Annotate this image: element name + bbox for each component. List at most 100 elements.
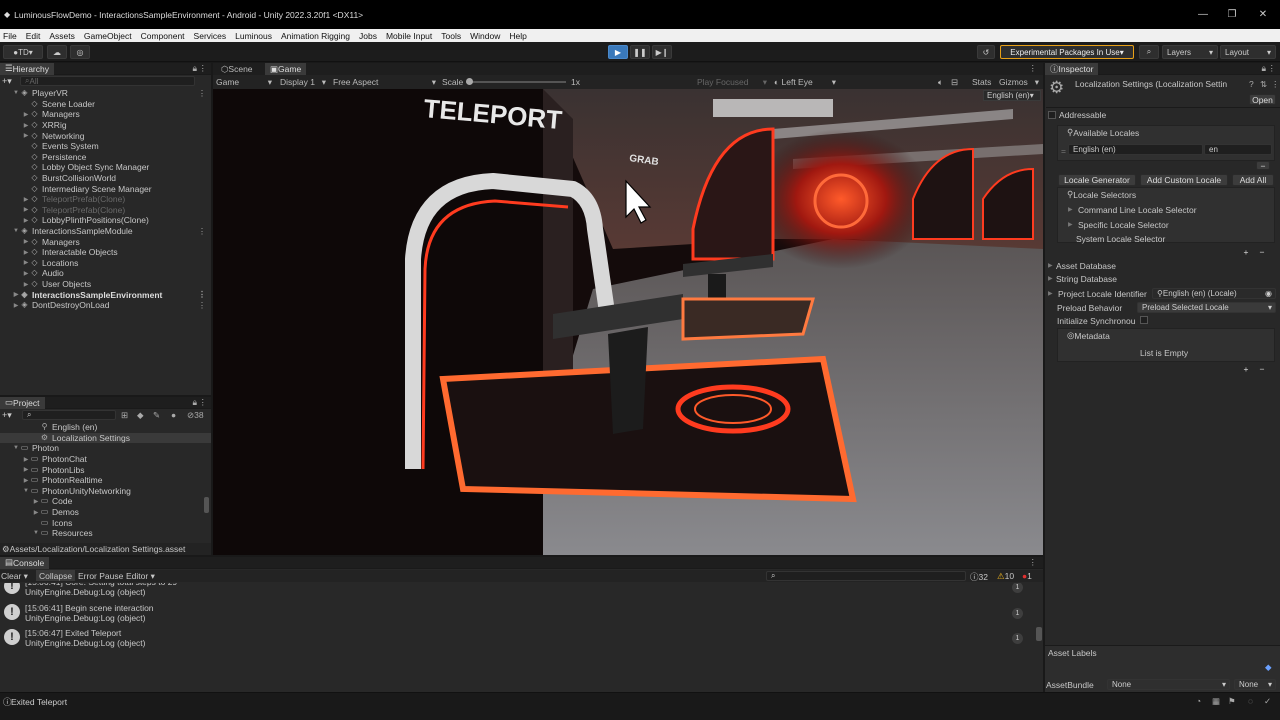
progress-icon[interactable]: ◌ <box>1248 696 1253 706</box>
open-button[interactable]: Open <box>1249 94 1276 105</box>
menu-item-gameobject[interactable]: GameObject <box>84 31 132 41</box>
item-menu-icon[interactable]: ⋮ <box>198 290 206 299</box>
foldout-icon[interactable]: ▶ <box>32 509 40 516</box>
foldout-icon[interactable]: ▶ <box>22 281 30 288</box>
add-selector-button[interactable]: + <box>1240 247 1252 257</box>
menu-item-help[interactable]: Help <box>509 31 526 41</box>
foldout-icon[interactable]: ▶ <box>12 291 20 298</box>
project-item[interactable]: ▶ ▭ PhotonChat <box>0 454 211 465</box>
item-menu-icon[interactable]: ⋮ <box>198 89 206 98</box>
hierarchy-item[interactable]: ▶ ◇ Interactable Objects <box>0 247 211 258</box>
checkbox[interactable] <box>1048 110 1056 119</box>
item-menu-icon[interactable]: ⋮ <box>198 301 206 310</box>
hidden-packages-icon[interactable]: ● <box>171 410 176 420</box>
hierarchy-item[interactable]: ▶ ◈ DontDestroyOnLoad ⋮ <box>0 300 211 311</box>
foldout-icon[interactable]: ▶ <box>22 249 30 256</box>
hierarchy-item[interactable]: ◇ Events System <box>0 141 211 152</box>
foldout-icon[interactable]: ▼ <box>12 90 20 96</box>
foldout-icon[interactable]: ▶ <box>22 217 30 224</box>
project-item[interactable]: ▶ ▭ Code <box>0 496 211 507</box>
stats-button[interactable]: Stats <box>972 77 991 87</box>
menu-item-window[interactable]: Window <box>470 31 500 41</box>
filter-type-icon[interactable]: ⊞ <box>121 410 128 421</box>
aspect-dropdown[interactable]: Free Aspect ▾ <box>333 77 436 87</box>
project-item[interactable]: ⚲ English (en) <box>0 422 211 433</box>
project-item[interactable]: ▶ ▭ Demos <box>0 507 211 518</box>
foldout-icon[interactable]: ▶ <box>22 238 30 245</box>
hierarchy-item[interactable]: ▼ ◈ InteractionsSampleModule ⋮ <box>0 226 211 237</box>
asset-database-foldout[interactable]: ▶ Asset Database <box>1048 259 1276 272</box>
preload-behavior-dropdown[interactable]: Preload Selected Locale ▾ <box>1137 302 1276 313</box>
foldout-icon[interactable]: ▶ <box>22 259 30 266</box>
hierarchy-item[interactable]: ▶ ◇ Managers <box>0 109 211 120</box>
cloud-icon[interactable]: ☁ <box>47 45 67 59</box>
editor-dropdown[interactable]: Editor ▾ <box>126 571 155 582</box>
display-mode-dropdown[interactable]: Game ▾ <box>216 77 272 87</box>
project-locale-field[interactable]: ⚲ English (en) (Locale) ◉ <box>1152 288 1276 299</box>
foldout-icon[interactable]: ▶ <box>22 466 30 473</box>
project-item[interactable]: ▶ ▭ PhotonLibs <box>0 464 211 475</box>
visibility-count[interactable]: ⊘38 <box>187 410 204 421</box>
menu-item-mobile-input[interactable]: Mobile Input <box>386 31 432 41</box>
hierarchy-item[interactable]: ▶ ◇ TeleportPrefab(Clone) <box>0 194 211 205</box>
locale-code-field[interactable]: en <box>1204 144 1272 155</box>
warning-filter-toggle[interactable]: ⚠10 <box>997 571 1014 582</box>
foldout-icon[interactable]: ▼ <box>22 488 30 494</box>
display-dropdown[interactable]: Display 1 ▾ <box>280 77 326 87</box>
layout-dropdown[interactable]: Layout ▾ <box>1220 45 1276 59</box>
locale-dropdown[interactable]: English (en) ▾ <box>983 90 1041 101</box>
target-icon[interactable]: ◉ <box>1265 289 1272 298</box>
collab-icon[interactable]: ◎ <box>70 45 90 59</box>
string-database-foldout[interactable]: ▶ String Database <box>1048 272 1276 285</box>
foldout-icon[interactable]: ▶ <box>32 498 40 505</box>
maximize-button[interactable]: ❐ <box>1215 0 1249 29</box>
addressable-toggle[interactable]: Addressable <box>1048 108 1276 121</box>
create-asset-button[interactable]: +▾ <box>2 410 16 420</box>
tab-console[interactable]: ▤ Console <box>0 556 50 569</box>
selector-command-line[interactable]: ▶ Command Line Locale Selector <box>1068 203 1276 216</box>
menu-item-tools[interactable]: Tools <box>441 31 461 41</box>
context-menu-icon[interactable]: ⋮ <box>1271 79 1280 90</box>
foldout-icon[interactable]: ▶ <box>22 196 30 203</box>
tab-hierarchy[interactable]: ☰ Hierarchy <box>0 62 54 75</box>
hierarchy-item[interactable]: ◇ Persistence <box>0 152 211 163</box>
filter-label-icon[interactable]: ◆ <box>137 410 144 421</box>
debug-mode-icon[interactable]: ⚑ <box>1228 696 1236 707</box>
notifications-icon[interactable]: ✓ <box>1264 696 1271 707</box>
panel-menu-icon[interactable]: ⋮ <box>1029 63 1038 74</box>
lock-icon[interactable]: 🔒︎ <box>1261 63 1266 74</box>
info-filter-toggle[interactable]: ⓘ32 <box>970 571 988 583</box>
initialize-synchronously-checkbox[interactable] <box>1140 316 1148 324</box>
foldout-icon[interactable]: ▶ <box>22 270 30 277</box>
hierarchy-item[interactable]: ▼ ◈ PlayerVR ⋮ <box>0 88 211 99</box>
foldout-icon[interactable]: ▶ <box>22 477 30 484</box>
eye-dropdown[interactable]: ◐ Left Eye ▾ <box>774 77 836 87</box>
gizmos-dropdown[interactable]: Gizmos ▾ <box>999 77 1039 87</box>
hierarchy-item[interactable]: ◇ Scene Loader <box>0 99 211 110</box>
error-filter-toggle[interactable]: ●1 <box>1022 571 1032 581</box>
lock-icon[interactable]: 🔒︎ <box>192 397 197 408</box>
undo-history-icon[interactable]: ↺ <box>977 45 995 59</box>
foldout-icon[interactable]: ▶ <box>22 111 30 118</box>
clear-button[interactable]: Clear ▾ <box>1 571 28 582</box>
hierarchy-item[interactable]: ▶ ◇ Networking <box>0 130 211 141</box>
status-message[interactable]: Exited Teleport <box>11 697 67 707</box>
foldout-icon[interactable]: ▼ <box>32 530 40 536</box>
console-scrollbar[interactable] <box>1036 585 1042 645</box>
menu-item-luminous[interactable]: Luminous <box>235 31 272 41</box>
project-item[interactable]: ▭ Icons <box>0 517 211 528</box>
remove-locale-button[interactable]: − <box>1256 161 1270 171</box>
project-item[interactable]: ▼ ▭ Resources <box>0 528 211 539</box>
hierarchy-item[interactable]: ▶ ◇ Audio <box>0 268 211 279</box>
hierarchy-item[interactable]: ▶ ◇ Managers <box>0 236 211 247</box>
panel-menu-icon[interactable]: ⋮ <box>199 397 208 408</box>
tab-project[interactable]: ▭ Project <box>0 396 45 409</box>
menu-item-file[interactable]: File <box>3 31 17 41</box>
scale-slider-handle[interactable] <box>466 78 473 85</box>
asset-variant-dropdown[interactable]: None ▾ <box>1234 679 1276 690</box>
hierarchy-item[interactable]: ▶ ◇ User Objects <box>0 279 211 290</box>
drag-handle-icon[interactable]: = <box>1061 146 1066 156</box>
remove-metadata-button[interactable]: − <box>1256 364 1268 374</box>
panel-menu-icon[interactable]: ⋮ <box>1029 557 1038 568</box>
project-item[interactable]: ▼ ▭ Photon <box>0 443 211 454</box>
